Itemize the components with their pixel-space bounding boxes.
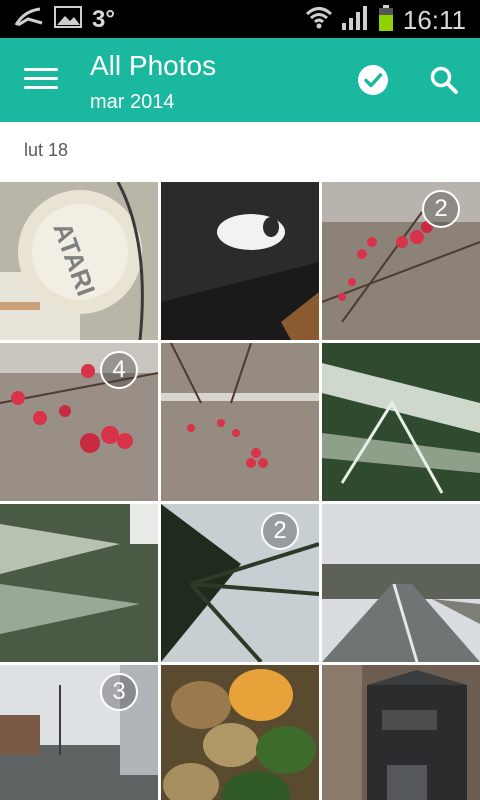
photo-tile[interactable] — [161, 182, 319, 340]
photo-grid: ATARI 2 4 2 3 — [0, 182, 480, 800]
wifi-icon — [305, 5, 333, 36]
photo-count-badge: 4 — [100, 351, 138, 389]
search-button[interactable] — [428, 64, 460, 96]
mailbox-photo — [322, 665, 480, 800]
page-title: All Photos — [90, 50, 217, 81]
app-bar: All Photos mar 2014 — [0, 38, 480, 122]
menu-button[interactable] — [24, 68, 58, 94]
check-circle-icon — [358, 65, 388, 95]
photo-tile[interactable]: 3 — [0, 665, 158, 800]
headphones-photo: ATARI — [0, 182, 158, 340]
temperature-text: 3° — [92, 5, 115, 33]
photo-count-badge: 3 — [100, 673, 138, 711]
photo-tile[interactable] — [322, 665, 480, 800]
menu-icon-line — [24, 77, 58, 80]
photo-tile[interactable] — [161, 665, 319, 800]
photo-count-badge: 2 — [422, 190, 460, 228]
photo-tile[interactable] — [322, 504, 480, 662]
photo-count-badge: 2 — [261, 512, 299, 550]
notification-icon — [14, 5, 44, 34]
status-bar-left: 3° — [14, 5, 115, 34]
conifer-photo — [322, 343, 480, 501]
status-bar-right: 16:11 — [305, 4, 466, 37]
street-photo — [322, 504, 480, 662]
battery-icon — [377, 4, 395, 37]
menu-icon — [24, 68, 58, 71]
select-button[interactable] — [357, 64, 389, 96]
menu-icon-line — [24, 86, 58, 89]
photo-tile[interactable] — [0, 504, 158, 662]
berries-photo — [161, 343, 319, 501]
signal-icon — [341, 5, 369, 36]
photo-tile[interactable] — [322, 343, 480, 501]
photo-tile[interactable]: ATARI — [0, 182, 158, 340]
kiwis-photo — [161, 665, 319, 800]
page-subtitle: mar 2014 — [90, 91, 175, 113]
conifer-photo — [0, 504, 158, 662]
photo-tile[interactable]: 2 — [322, 182, 480, 340]
photo-tile[interactable]: 4 — [0, 343, 158, 501]
search-icon — [430, 66, 458, 94]
clock-text: 16:11 — [402, 5, 466, 35]
date-section-header: lut 18 — [24, 140, 69, 160]
laptop-photo — [161, 182, 319, 340]
photo-tile[interactable]: 2 — [161, 504, 319, 662]
gallery-icon — [54, 5, 82, 34]
status-bar: 3° 16:11 — [0, 0, 480, 38]
photo-tile[interactable] — [161, 343, 319, 501]
